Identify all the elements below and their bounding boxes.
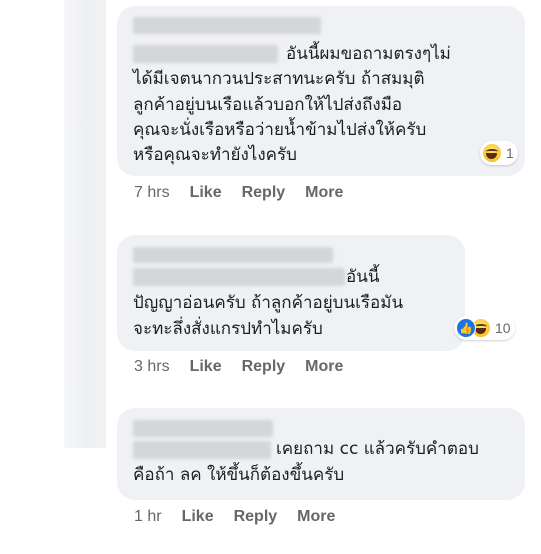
reaction-summary[interactable]: 👍 10 bbox=[454, 316, 515, 340]
thread-side-shade bbox=[64, 0, 106, 448]
reaction-summary[interactable]: 1 bbox=[480, 141, 518, 165]
comment-text-line: เคยถาม cc แล้วครับคำตอบ bbox=[276, 439, 479, 459]
comment-text-line: ลูกค้าอยู่บนเรือแล้วบอกให้ไปส่งถึงมือ bbox=[133, 95, 403, 115]
more-button[interactable]: More bbox=[305, 184, 343, 202]
like-button[interactable]: Like bbox=[190, 184, 222, 202]
comment-text-line: คือถ้า ลค ให้ขึ้นก็ต้องขึ้นครับ bbox=[133, 465, 345, 485]
like-button[interactable]: Like bbox=[182, 508, 214, 526]
reply-button[interactable]: Reply bbox=[242, 184, 286, 202]
comment-timestamp[interactable]: 7 hrs bbox=[134, 184, 170, 202]
comment-text-line: ปัญญาอ่อนครับ ถ้าลูกค้าอยู่บนเรือมัน bbox=[133, 293, 404, 313]
reaction-count: 10 bbox=[495, 320, 511, 336]
redacted-author-name bbox=[133, 420, 273, 437]
reply-button[interactable]: Reply bbox=[234, 508, 278, 526]
comment-text-line: อันนี้ผมขอถามตรงๆไม่ bbox=[286, 44, 451, 64]
reaction-count: 1 bbox=[506, 145, 514, 161]
redacted-mention bbox=[133, 441, 271, 459]
comment-text-line: หรือคุณจะทำยังไงครับ bbox=[133, 145, 297, 165]
haha-emoji-icon bbox=[482, 143, 502, 163]
comment-text-line: ได้มีเจตนากวนประสาทนะครับ ถ้าสมมุติ bbox=[133, 69, 425, 89]
redacted-mention bbox=[133, 268, 345, 286]
comment-thread: อันนี้ผมขอถามตรงๆไม่ ได้มีเจตนากวนประสาท… bbox=[0, 0, 541, 554]
comment-timestamp[interactable]: 1 hr bbox=[134, 508, 162, 526]
redacted-mention bbox=[133, 45, 278, 63]
redacted-author-name bbox=[133, 17, 321, 34]
comment-actions: 1 hr Like Reply More bbox=[134, 508, 335, 526]
comment-text-line: คุณจะนั่งเรือหรือว่ายน้ำข้ามไปส่งให้ครับ bbox=[133, 120, 427, 140]
comment-text-line: จะทะลึ่งสั่งแกรปทำไมครับ bbox=[133, 319, 323, 339]
like-button[interactable]: Like bbox=[190, 358, 222, 376]
redacted-author-name bbox=[133, 247, 333, 263]
like-emoji-icon: 👍 bbox=[456, 318, 476, 338]
comment-actions: 3 hrs Like Reply More bbox=[134, 358, 343, 376]
more-button[interactable]: More bbox=[305, 358, 343, 376]
comment-timestamp[interactable]: 3 hrs bbox=[134, 358, 170, 376]
comment-actions: 7 hrs Like Reply More bbox=[134, 184, 343, 202]
more-button[interactable]: More bbox=[297, 508, 335, 526]
reply-button[interactable]: Reply bbox=[242, 358, 286, 376]
comment-text-line: อันนี้ bbox=[346, 267, 380, 287]
